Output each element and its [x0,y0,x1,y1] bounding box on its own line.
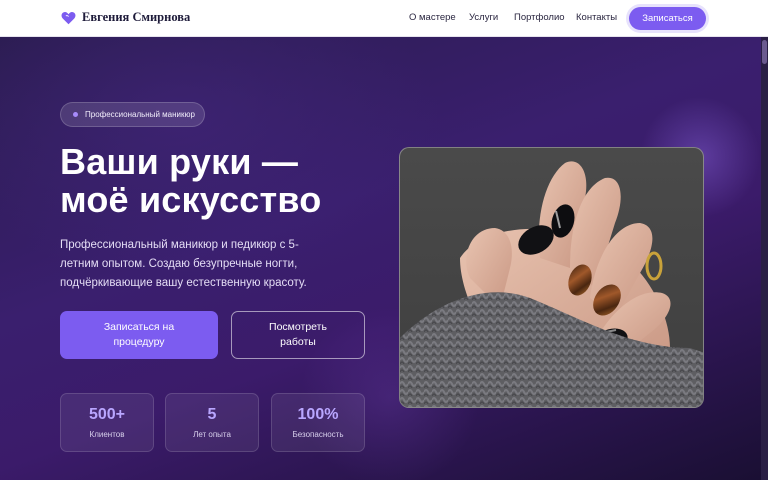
heart-icon [61,11,76,24]
stat-safety: 100% Безопасность [271,393,365,452]
stat-label: Лет опыта [193,430,231,439]
dot-icon [73,112,78,117]
stat-label: Клиентов [89,430,125,439]
manicure-hand-image [400,161,703,407]
manicure-photo [399,147,704,408]
nav-link-about[interactable]: О мастере [409,12,456,23]
stat-label: Безопасность [292,430,344,439]
site-header: Евгения Смирнова О мастере Услуги Портфо… [0,0,768,37]
brand-name: Евгения Смирнова [82,10,191,24]
page-scrollbar[interactable] [761,37,768,480]
hero-title: Ваши руки — моё искусство [60,143,321,219]
nav-link-contacts[interactable]: Контакты [576,12,617,23]
nav-link-portfolio[interactable]: Портфолио [514,12,565,23]
book-procedure-button[interactable]: Записаться на процедуру [60,311,218,359]
brand-logo[interactable]: Евгения Смирнова [61,10,190,25]
view-works-button[interactable]: Посмотреть работы [231,311,365,359]
stat-value: 100% [297,406,339,423]
hero-badge-text: Профессиональный маникюр [85,110,195,119]
hero-badge: Профессиональный маникюр [60,102,205,127]
stat-value: 5 [207,406,217,423]
hero-title-line-1: Ваши руки — [60,141,299,182]
header-book-button[interactable]: Записаться [629,7,706,30]
hero-description: Профессиональный маникюр и педикюр с 5-л… [60,239,307,289]
nav-link-services[interactable]: Услуги [469,12,498,23]
hero-title-line-2: моё искусство [60,179,322,220]
stat-clients: 500+ Клиентов [60,393,154,452]
stat-value: 500+ [88,406,126,423]
stat-experience: 5 Лет опыта [165,393,259,452]
scrollbar-thumb[interactable] [762,40,767,64]
